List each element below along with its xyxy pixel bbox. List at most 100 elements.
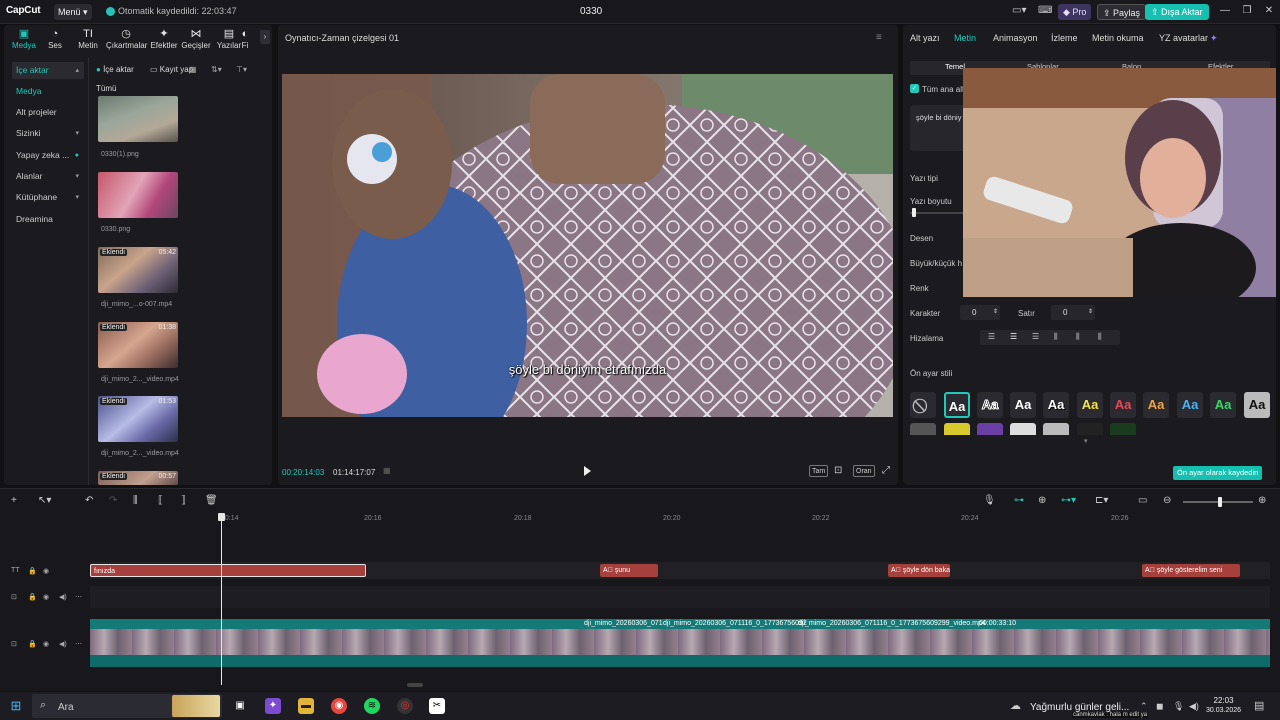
media-thumbnail[interactable] xyxy=(98,96,178,142)
zoom-out-icon[interactable]: ⊖ xyxy=(1163,495,1171,506)
save-preset-button[interactable]: Ön ayar olarak kaydedin xyxy=(1173,466,1263,480)
menu-icon[interactable]: ≡ xyxy=(876,32,882,43)
split-icon[interactable]: ⫼ xyxy=(133,495,138,506)
snapshot-icon[interactable]: ⊡ xyxy=(834,465,842,477)
tray-app-icon[interactable]: ◼ xyxy=(1156,701,1163,712)
text-content-field[interactable]: şöyle bi döniy xyxy=(910,105,970,151)
character-spacing-input[interactable]: 0 ⇕ xyxy=(960,305,1000,320)
align-center-icon[interactable]: ☰ xyxy=(1010,332,1017,341)
category-library[interactable]: Kütüphane ▾ xyxy=(12,189,84,206)
tab-text-props[interactable]: Metin xyxy=(954,33,976,43)
preset-style[interactable] xyxy=(1043,423,1069,435)
text-clip[interactable]: A⃞ şöyle dön baka xyxy=(888,564,950,577)
eye-icon[interactable]: ◉ xyxy=(43,593,49,601)
task-view-icon[interactable]: ▣ xyxy=(232,698,248,714)
lock-icon[interactable]: 🔒 xyxy=(28,567,37,575)
preset-style[interactable] xyxy=(977,423,1003,435)
zoom-slider-handle[interactable] xyxy=(1218,497,1222,507)
lock-icon[interactable]: 🔒 xyxy=(28,593,37,601)
undo-icon[interactable]: ↶ xyxy=(85,495,93,506)
media-thumbnail[interactable]: Eklendi 01:38 xyxy=(98,322,178,368)
tray-chevron-icon[interactable]: ⌃ xyxy=(1140,701,1148,712)
mic-tray-icon[interactable]: 🎙 xyxy=(1173,701,1184,712)
maximize-icon[interactable]: ❐ xyxy=(1240,5,1254,16)
spotify-icon[interactable]: ≋ xyxy=(364,698,380,714)
preset-style[interactable]: Aa xyxy=(1077,392,1103,418)
preset-style[interactable] xyxy=(1010,423,1036,435)
audio-mute-icon[interactable]: ◀) xyxy=(59,593,67,601)
record-button[interactable]: ▭ Kayıt yap xyxy=(150,63,193,77)
delete-icon[interactable]: 🗑 xyxy=(205,495,218,506)
category-subprojects[interactable]: Alt projeler xyxy=(12,104,84,121)
align-left-icon[interactable]: ☰ xyxy=(988,332,995,341)
sort-icon[interactable]: ⇅▾ xyxy=(211,63,222,77)
preset-style[interactable]: Aa xyxy=(1143,392,1169,418)
checkbox-all-lines[interactable]: ✓ xyxy=(910,84,919,93)
line-spacing-input[interactable]: 0 ⇕ xyxy=(1051,305,1095,320)
video-preview[interactable]: şöyle bi döniyim etrafınızda xyxy=(282,74,893,417)
menu-button[interactable]: Menü ▾ xyxy=(54,4,92,20)
link-icon[interactable]: ⊕ xyxy=(1038,495,1046,506)
select-tool-icon[interactable]: ↖▾ xyxy=(38,495,51,506)
play-icon[interactable] xyxy=(584,466,591,476)
preset-style[interactable]: Aa xyxy=(1010,392,1036,418)
lock-icon[interactable]: 🔒 xyxy=(28,640,37,648)
align-bottom-icon[interactable]: ⫼ xyxy=(1098,332,1102,342)
more-icon[interactable]: ⋯ xyxy=(75,593,82,601)
share-button[interactable]: ⇪ Paylaş xyxy=(1097,4,1147,20)
size-slider-handle[interactable] xyxy=(912,208,916,217)
preset-style[interactable] xyxy=(1110,423,1136,435)
media-thumbnail[interactable]: Eklendi 05:42 xyxy=(98,247,178,293)
media-thumbnail[interactable] xyxy=(98,172,178,218)
category-ai[interactable]: Yapay zeka ... ● xyxy=(12,147,84,164)
windows-start-icon[interactable]: ⊞ xyxy=(8,698,24,714)
trim-left-icon[interactable]: ⟦ xyxy=(158,495,163,506)
tab-animation[interactable]: Animasyon xyxy=(993,33,1038,43)
minimize-icon[interactable]: — xyxy=(1218,5,1232,16)
filter-all[interactable]: Tümü xyxy=(96,84,116,93)
file-explorer-icon[interactable]: ▬ xyxy=(298,698,314,714)
export-button[interactable]: ⇧ Dışa Aktar xyxy=(1145,4,1209,20)
filter-sort-icon[interactable]: ⊤▾ xyxy=(236,63,247,77)
trim-right-icon[interactable]: ⟧ xyxy=(181,495,186,506)
expand-presets-icon[interactable]: ▾ xyxy=(1084,437,1088,445)
playhead-handle[interactable] xyxy=(218,513,225,521)
tab-tracking[interactable]: İzleme xyxy=(1051,33,1078,43)
ratio-button[interactable]: Oran xyxy=(853,465,875,477)
eye-icon[interactable]: ◉ xyxy=(43,640,49,648)
grid-view-icon[interactable]: ▦ xyxy=(189,63,197,77)
preset-style[interactable] xyxy=(944,423,970,435)
zoom-in-icon[interactable]: ⊕ xyxy=(1258,495,1266,506)
preset-style[interactable]: Aa xyxy=(1177,392,1203,418)
size-slider[interactable] xyxy=(910,212,965,214)
fullscreen-icon[interactable]: ⤢ xyxy=(882,465,890,477)
chrome-icon[interactable]: ◉ xyxy=(331,698,347,714)
text-clip[interactable]: A⃞ şöyle gösterelim seni xyxy=(1142,564,1240,577)
preview-axis-icon[interactable]: ⊏▾ xyxy=(1095,495,1108,506)
tab-subtitle[interactable]: Alt yazı xyxy=(910,33,940,43)
timecode-grid-icon[interactable]: ▦ xyxy=(383,466,391,475)
layout-icon[interactable]: ▭▾ xyxy=(1012,5,1026,16)
preset-style[interactable] xyxy=(1077,423,1103,435)
preset-style[interactable]: Aa xyxy=(977,392,1003,418)
caption-track-icon[interactable]: ▭ xyxy=(1138,495,1147,506)
add-icon[interactable]: + xyxy=(11,495,17,506)
notifications-icon[interactable]: ▤ xyxy=(1254,699,1264,712)
stepper-icon[interactable]: ⇕ xyxy=(1088,305,1093,320)
category-yours[interactable]: Sizinki ▾ xyxy=(12,125,84,142)
volume-icon[interactable]: ◀) xyxy=(1189,701,1199,712)
audio-mute-icon[interactable]: ◀) xyxy=(59,640,67,648)
taskbar-clock[interactable]: 22:03 30.03.2026 xyxy=(1206,696,1241,716)
text-clip[interactable]: A⃞ şunu xyxy=(600,564,658,577)
timeline-scrollbar[interactable] xyxy=(407,683,423,687)
shortcut-icon[interactable]: ⌨ xyxy=(1038,5,1052,16)
snap-icon[interactable]: ⊶▾ xyxy=(1061,495,1076,506)
category-spaces[interactable]: Alanlar ▾ xyxy=(12,168,84,185)
copilot-icon[interactable]: ✦ xyxy=(265,698,281,714)
import-button[interactable]: ● İçe aktar xyxy=(96,63,134,77)
project-name[interactable]: 0330 xyxy=(580,6,602,17)
category-import[interactable]: İçe aktar ▴ xyxy=(12,62,84,79)
capcut-taskbar-icon[interactable]: ✂ xyxy=(429,698,445,714)
subtab-basic[interactable]: Temel xyxy=(945,62,965,71)
tab-text-to-speech[interactable]: Metin okuma xyxy=(1092,33,1144,43)
